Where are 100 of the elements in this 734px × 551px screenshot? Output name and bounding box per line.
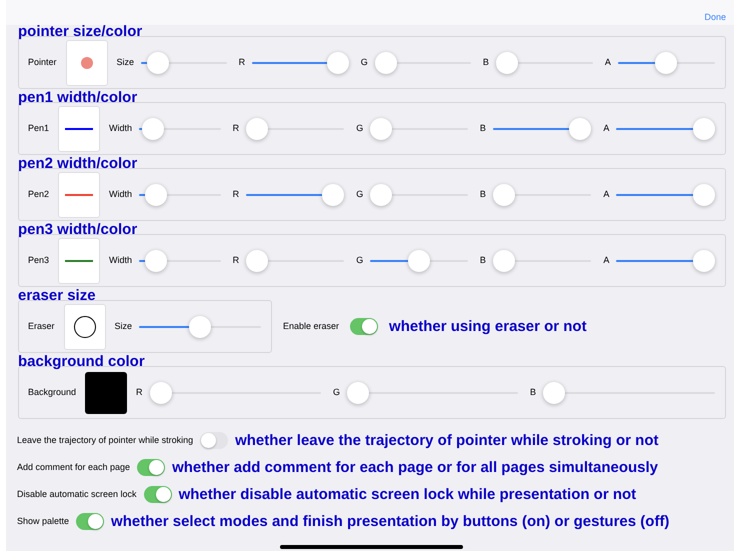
slider-label: G: [333, 386, 340, 399]
slider[interactable]: [492, 250, 592, 272]
row-label: Pen1: [28, 122, 50, 135]
slider-thumb[interactable]: [543, 382, 566, 404]
done-button[interactable]: Done: [704, 10, 726, 24]
slider-label: G: [356, 254, 364, 267]
slider-label: Size: [114, 320, 132, 333]
slider-thumb[interactable]: [569, 118, 592, 140]
slider-label: B: [480, 188, 486, 201]
slider-label: Size: [116, 56, 134, 69]
toggle-switch[interactable]: [137, 459, 166, 476]
slider-thumb[interactable]: [492, 250, 515, 272]
row-label: Pointer: [28, 56, 57, 69]
slider-label: G: [356, 188, 364, 201]
toggle-label: Show palette: [17, 514, 70, 528]
slider-label: G: [356, 122, 364, 135]
row-label: Pen2: [28, 188, 50, 201]
row-label: Background: [28, 386, 76, 399]
slider-thumb[interactable]: [145, 250, 167, 272]
section-heading: pointer size/color: [18, 23, 144, 41]
slider-label: R: [232, 254, 240, 267]
toggle-label: Add comment for each page: [17, 460, 130, 474]
slider-thumb[interactable]: [492, 184, 515, 206]
slider-thumb[interactable]: [693, 118, 715, 140]
slider[interactable]: [246, 118, 344, 140]
slider-label: R: [238, 56, 246, 69]
annotation-note: whether leave the trajectory of pointer while stroking or not: [235, 432, 658, 450]
slider-thumb[interactable]: [150, 382, 172, 404]
section-heading: pen3 width/color: [18, 221, 138, 239]
slider-label: A: [603, 188, 610, 201]
toggle-switch[interactable]: [76, 513, 104, 530]
slider-thumb[interactable]: [374, 52, 397, 74]
slider[interactable]: [246, 250, 344, 272]
slider-thumb[interactable]: [347, 382, 370, 404]
slider-label: B: [480, 254, 486, 267]
toggle-switch[interactable]: [200, 432, 228, 449]
slider-thumb[interactable]: [142, 118, 164, 140]
slider-thumb[interactable]: [370, 184, 392, 206]
slider-label: Width: [109, 122, 132, 135]
slider[interactable]: [616, 184, 715, 206]
section-heading: background color: [18, 353, 146, 371]
slider[interactable]: [370, 118, 468, 140]
slider-label: Width: [109, 254, 132, 267]
toggle-label: Enable eraser: [283, 320, 340, 333]
slider-label: A: [604, 56, 611, 69]
slider-label: A: [603, 254, 610, 267]
slider[interactable]: [141, 52, 227, 74]
toggle-label: Disable automatic screen lock: [17, 488, 137, 501]
slider[interactable]: [543, 382, 715, 404]
slider-thumb[interactable]: [693, 250, 715, 272]
slider[interactable]: [246, 184, 344, 206]
slider-thumb[interactable]: [145, 184, 167, 206]
slider-label: Width: [109, 188, 132, 201]
slider-thumb[interactable]: [655, 52, 678, 74]
slider[interactable]: [150, 382, 322, 404]
slider-label: G: [360, 56, 368, 69]
annotation-note: whether select modes and finish presentation by buttons (on) or gestures (off): [111, 512, 670, 530]
section-heading: pen2 width/color: [18, 155, 138, 173]
slider[interactable]: [496, 52, 593, 74]
slider-thumb[interactable]: [370, 118, 392, 140]
annotation-note: whether disable automatic screen lock while presentation or not: [178, 486, 636, 504]
slider[interactable]: [374, 52, 471, 74]
slider-thumb[interactable]: [189, 316, 212, 338]
slider[interactable]: [492, 118, 592, 140]
slider[interactable]: [370, 184, 468, 206]
slider-thumb[interactable]: [322, 184, 344, 206]
toggle-switch[interactable]: [144, 486, 172, 503]
slider[interactable]: [252, 52, 349, 74]
row-label: Pen3: [28, 254, 50, 267]
slider[interactable]: [139, 316, 261, 338]
section-heading: pen1 width/color: [18, 89, 138, 107]
slider[interactable]: [616, 250, 715, 272]
slider-thumb[interactable]: [246, 118, 268, 140]
slider-thumb[interactable]: [693, 184, 715, 206]
slider-thumb[interactable]: [408, 250, 430, 272]
slider[interactable]: [139, 250, 221, 272]
slider[interactable]: [347, 382, 518, 404]
slider[interactable]: [139, 184, 221, 206]
slider-label: R: [136, 386, 143, 399]
section-heading: eraser size: [18, 287, 97, 305]
toggle-switch[interactable]: [350, 318, 378, 335]
slider-label: A: [603, 122, 610, 135]
slider-thumb[interactable]: [496, 52, 518, 74]
slider[interactable]: [492, 184, 592, 206]
slider-thumb[interactable]: [147, 52, 170, 74]
slider-label: R: [232, 122, 240, 135]
slider-thumb[interactable]: [246, 250, 268, 272]
slider-thumb[interactable]: [326, 52, 349, 74]
slider[interactable]: [616, 118, 715, 140]
slider-label: B: [530, 386, 536, 399]
slider[interactable]: [370, 250, 468, 272]
slider-label: R: [232, 188, 240, 201]
toggle-label: Leave the trajectory of pointer while stroking: [17, 434, 194, 447]
slider[interactable]: [139, 118, 221, 140]
slider-label: B: [480, 122, 486, 135]
annotation-note: whether using eraser or not: [389, 318, 587, 336]
slider[interactable]: [618, 52, 715, 74]
annotation-note: whether add comment for each page or for all pages simultaneously: [172, 458, 658, 476]
row-label: Eraser: [28, 320, 55, 333]
slider-label: B: [482, 56, 489, 69]
